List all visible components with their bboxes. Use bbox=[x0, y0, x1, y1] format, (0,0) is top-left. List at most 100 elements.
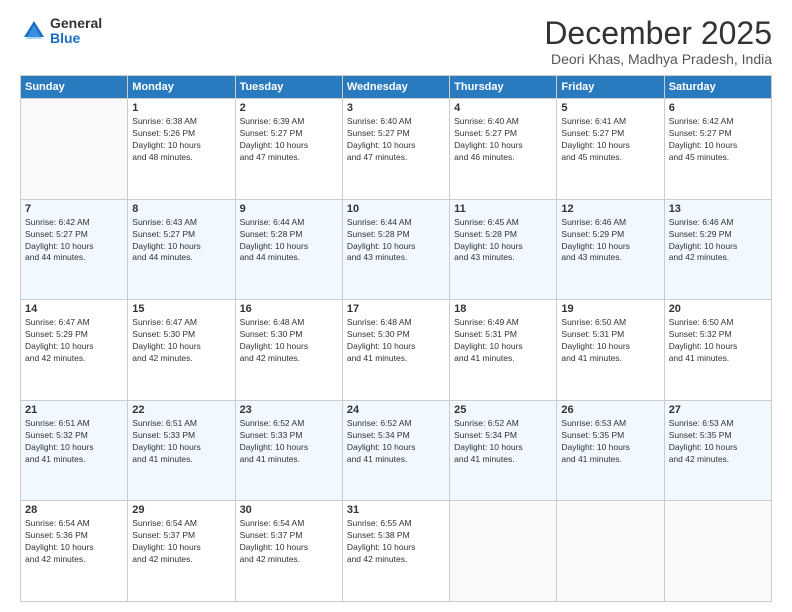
day-info: Sunrise: 6:42 AMSunset: 5:27 PMDaylight:… bbox=[669, 116, 767, 164]
calendar-cell: 18 Sunrise: 6:49 AMSunset: 5:31 PMDayligh… bbox=[450, 300, 557, 401]
calendar-cell: 22 Sunrise: 6:51 AMSunset: 5:33 PMDayligh… bbox=[128, 400, 235, 501]
logo: General Blue bbox=[20, 16, 102, 47]
day-number: 17 bbox=[347, 303, 445, 315]
day-info: Sunrise: 6:39 AMSunset: 5:27 PMDaylight:… bbox=[240, 116, 338, 164]
day-number: 8 bbox=[132, 203, 230, 215]
day-info: Sunrise: 6:54 AMSunset: 5:37 PMDaylight:… bbox=[132, 518, 230, 566]
day-number: 3 bbox=[347, 102, 445, 114]
logo-general-text: General bbox=[50, 16, 102, 31]
day-info: Sunrise: 6:41 AMSunset: 5:27 PMDaylight:… bbox=[561, 116, 659, 164]
day-number: 20 bbox=[669, 303, 767, 315]
weekday-header-wednesday: Wednesday bbox=[342, 76, 449, 99]
calendar-cell: 16 Sunrise: 6:48 AMSunset: 5:30 PMDayligh… bbox=[235, 300, 342, 401]
day-info: Sunrise: 6:52 AMSunset: 5:34 PMDaylight:… bbox=[347, 418, 445, 466]
day-number: 19 bbox=[561, 303, 659, 315]
logo-text: General Blue bbox=[50, 16, 102, 47]
day-number: 29 bbox=[132, 504, 230, 516]
calendar-cell: 24Sunrise: 6:52 AMSunset: 5:34 PMDayligh… bbox=[342, 400, 449, 501]
day-info: Sunrise: 6:38 AMSunset: 5:26 PMDaylight:… bbox=[132, 116, 230, 164]
day-number: 16 bbox=[240, 303, 338, 315]
calendar-cell: 4Sunrise: 6:40 AMSunset: 5:27 PMDaylight… bbox=[450, 99, 557, 200]
calendar-cell: 21 Sunrise: 6:51 AMSunset: 5:32 PMDayligh… bbox=[21, 400, 128, 501]
day-number: 21 bbox=[25, 404, 123, 416]
calendar-cell: 28 Sunrise: 6:54 AMSunset: 5:36 PMDayligh… bbox=[21, 501, 128, 602]
weekday-header-row: SundayMondayTuesdayWednesdayThursdayFrid… bbox=[21, 76, 772, 99]
calendar-cell: 25 Sunrise: 6:52 AMSunset: 5:34 PMDayligh… bbox=[450, 400, 557, 501]
calendar-cell: 15Sunrise: 6:47 AMSunset: 5:30 PMDayligh… bbox=[128, 300, 235, 401]
calendar-cell: 6Sunrise: 6:42 AMSunset: 5:27 PMDaylight… bbox=[664, 99, 771, 200]
day-number: 13 bbox=[669, 203, 767, 215]
day-info: Sunrise: 6:44 AMSunset: 5:28 PMDaylight:… bbox=[240, 217, 338, 265]
day-info: Sunrise: 6:47 AMSunset: 5:29 PMDaylight:… bbox=[25, 317, 123, 365]
day-info: Sunrise: 6:50 AMSunset: 5:31 PMDaylight:… bbox=[561, 317, 659, 365]
day-number: 12 bbox=[561, 203, 659, 215]
day-info: Sunrise: 6:46 AMSunset: 5:29 PMDaylight:… bbox=[561, 217, 659, 265]
day-info: Sunrise: 6:48 AMSunset: 5:30 PMDaylight:… bbox=[240, 317, 338, 365]
calendar-cell: 13 Sunrise: 6:46 AMSunset: 5:29 PMDayligh… bbox=[664, 199, 771, 300]
day-info: Sunrise: 6:54 AMSunset: 5:36 PMDaylight:… bbox=[25, 518, 123, 566]
calendar-table: SundayMondayTuesdayWednesdayThursdayFrid… bbox=[20, 75, 772, 602]
day-number: 14 bbox=[25, 303, 123, 315]
day-info: Sunrise: 6:48 AMSunset: 5:30 PMDaylight:… bbox=[347, 317, 445, 365]
calendar-week-row: 7 Sunrise: 6:42 AMSunset: 5:27 PMDaylight… bbox=[21, 199, 772, 300]
weekday-header-sunday: Sunday bbox=[21, 76, 128, 99]
calendar-cell: 9 Sunrise: 6:44 AMSunset: 5:28 PMDaylight… bbox=[235, 199, 342, 300]
calendar-cell bbox=[664, 501, 771, 602]
calendar-cell: 30Sunrise: 6:54 AMSunset: 5:37 PMDayligh… bbox=[235, 501, 342, 602]
page: General Blue December 2025 Deori Khas, M… bbox=[0, 0, 792, 612]
calendar-cell: 20Sunrise: 6:50 AMSunset: 5:32 PMDayligh… bbox=[664, 300, 771, 401]
logo-icon bbox=[20, 17, 48, 45]
day-info: Sunrise: 6:42 AMSunset: 5:27 PMDaylight:… bbox=[25, 217, 123, 265]
day-info: Sunrise: 6:45 AMSunset: 5:28 PMDaylight:… bbox=[454, 217, 552, 265]
calendar-cell: 14 Sunrise: 6:47 AMSunset: 5:29 PMDayligh… bbox=[21, 300, 128, 401]
location-subtitle: Deori Khas, Madhya Pradesh, India bbox=[544, 51, 772, 67]
calendar-cell: 27Sunrise: 6:53 AMSunset: 5:35 PMDayligh… bbox=[664, 400, 771, 501]
weekday-header-tuesday: Tuesday bbox=[235, 76, 342, 99]
day-info: Sunrise: 6:44 AMSunset: 5:28 PMDaylight:… bbox=[347, 217, 445, 265]
day-number: 28 bbox=[25, 504, 123, 516]
day-info: Sunrise: 6:53 AMSunset: 5:35 PMDaylight:… bbox=[669, 418, 767, 466]
day-number: 1 bbox=[132, 102, 230, 114]
calendar-cell: 26 Sunrise: 6:53 AMSunset: 5:35 PMDayligh… bbox=[557, 400, 664, 501]
calendar-cell: 23 Sunrise: 6:52 AMSunset: 5:33 PMDayligh… bbox=[235, 400, 342, 501]
day-number: 25 bbox=[454, 404, 552, 416]
day-info: Sunrise: 6:52 AMSunset: 5:34 PMDaylight:… bbox=[454, 418, 552, 466]
day-info: Sunrise: 6:52 AMSunset: 5:33 PMDaylight:… bbox=[240, 418, 338, 466]
logo-blue-text: Blue bbox=[50, 31, 102, 46]
day-info: Sunrise: 6:43 AMSunset: 5:27 PMDaylight:… bbox=[132, 217, 230, 265]
day-info: Sunrise: 6:55 AMSunset: 5:38 PMDaylight:… bbox=[347, 518, 445, 566]
calendar-cell bbox=[557, 501, 664, 602]
day-info: Sunrise: 6:51 AMSunset: 5:33 PMDaylight:… bbox=[132, 418, 230, 466]
day-info: Sunrise: 6:53 AMSunset: 5:35 PMDaylight:… bbox=[561, 418, 659, 466]
calendar-cell: 5Sunrise: 6:41 AMSunset: 5:27 PMDaylight… bbox=[557, 99, 664, 200]
day-number: 22 bbox=[132, 404, 230, 416]
calendar-cell: 8 Sunrise: 6:43 AMSunset: 5:27 PMDaylight… bbox=[128, 199, 235, 300]
calendar-cell: 3Sunrise: 6:40 AMSunset: 5:27 PMDaylight… bbox=[342, 99, 449, 200]
calendar-week-row: 14 Sunrise: 6:47 AMSunset: 5:29 PMDayligh… bbox=[21, 300, 772, 401]
calendar-cell bbox=[21, 99, 128, 200]
calendar-cell: 10Sunrise: 6:44 AMSunset: 5:28 PMDayligh… bbox=[342, 199, 449, 300]
day-number: 11 bbox=[454, 203, 552, 215]
calendar-week-row: 21 Sunrise: 6:51 AMSunset: 5:32 PMDayligh… bbox=[21, 400, 772, 501]
day-info: Sunrise: 6:51 AMSunset: 5:32 PMDaylight:… bbox=[25, 418, 123, 466]
calendar-cell bbox=[450, 501, 557, 602]
day-number: 2 bbox=[240, 102, 338, 114]
day-number: 9 bbox=[240, 203, 338, 215]
calendar-cell: 31Sunrise: 6:55 AMSunset: 5:38 PMDayligh… bbox=[342, 501, 449, 602]
day-number: 23 bbox=[240, 404, 338, 416]
title-area: December 2025 Deori Khas, Madhya Pradesh… bbox=[544, 16, 772, 67]
calendar-cell: 1 Sunrise: 6:38 AMSunset: 5:26 PMDaylight… bbox=[128, 99, 235, 200]
calendar-cell: 2 Sunrise: 6:39 AMSunset: 5:27 PMDaylight… bbox=[235, 99, 342, 200]
calendar-cell: 11 Sunrise: 6:45 AMSunset: 5:28 PMDayligh… bbox=[450, 199, 557, 300]
day-number: 26 bbox=[561, 404, 659, 416]
day-info: Sunrise: 6:54 AMSunset: 5:37 PMDaylight:… bbox=[240, 518, 338, 566]
day-info: Sunrise: 6:46 AMSunset: 5:29 PMDaylight:… bbox=[669, 217, 767, 265]
header: General Blue December 2025 Deori Khas, M… bbox=[20, 16, 772, 67]
calendar-cell: 29 Sunrise: 6:54 AMSunset: 5:37 PMDayligh… bbox=[128, 501, 235, 602]
calendar-cell: 7 Sunrise: 6:42 AMSunset: 5:27 PMDaylight… bbox=[21, 199, 128, 300]
month-title: December 2025 bbox=[544, 16, 772, 51]
day-number: 18 bbox=[454, 303, 552, 315]
day-number: 7 bbox=[25, 203, 123, 215]
weekday-header-friday: Friday bbox=[557, 76, 664, 99]
day-info: Sunrise: 6:49 AMSunset: 5:31 PMDaylight:… bbox=[454, 317, 552, 365]
